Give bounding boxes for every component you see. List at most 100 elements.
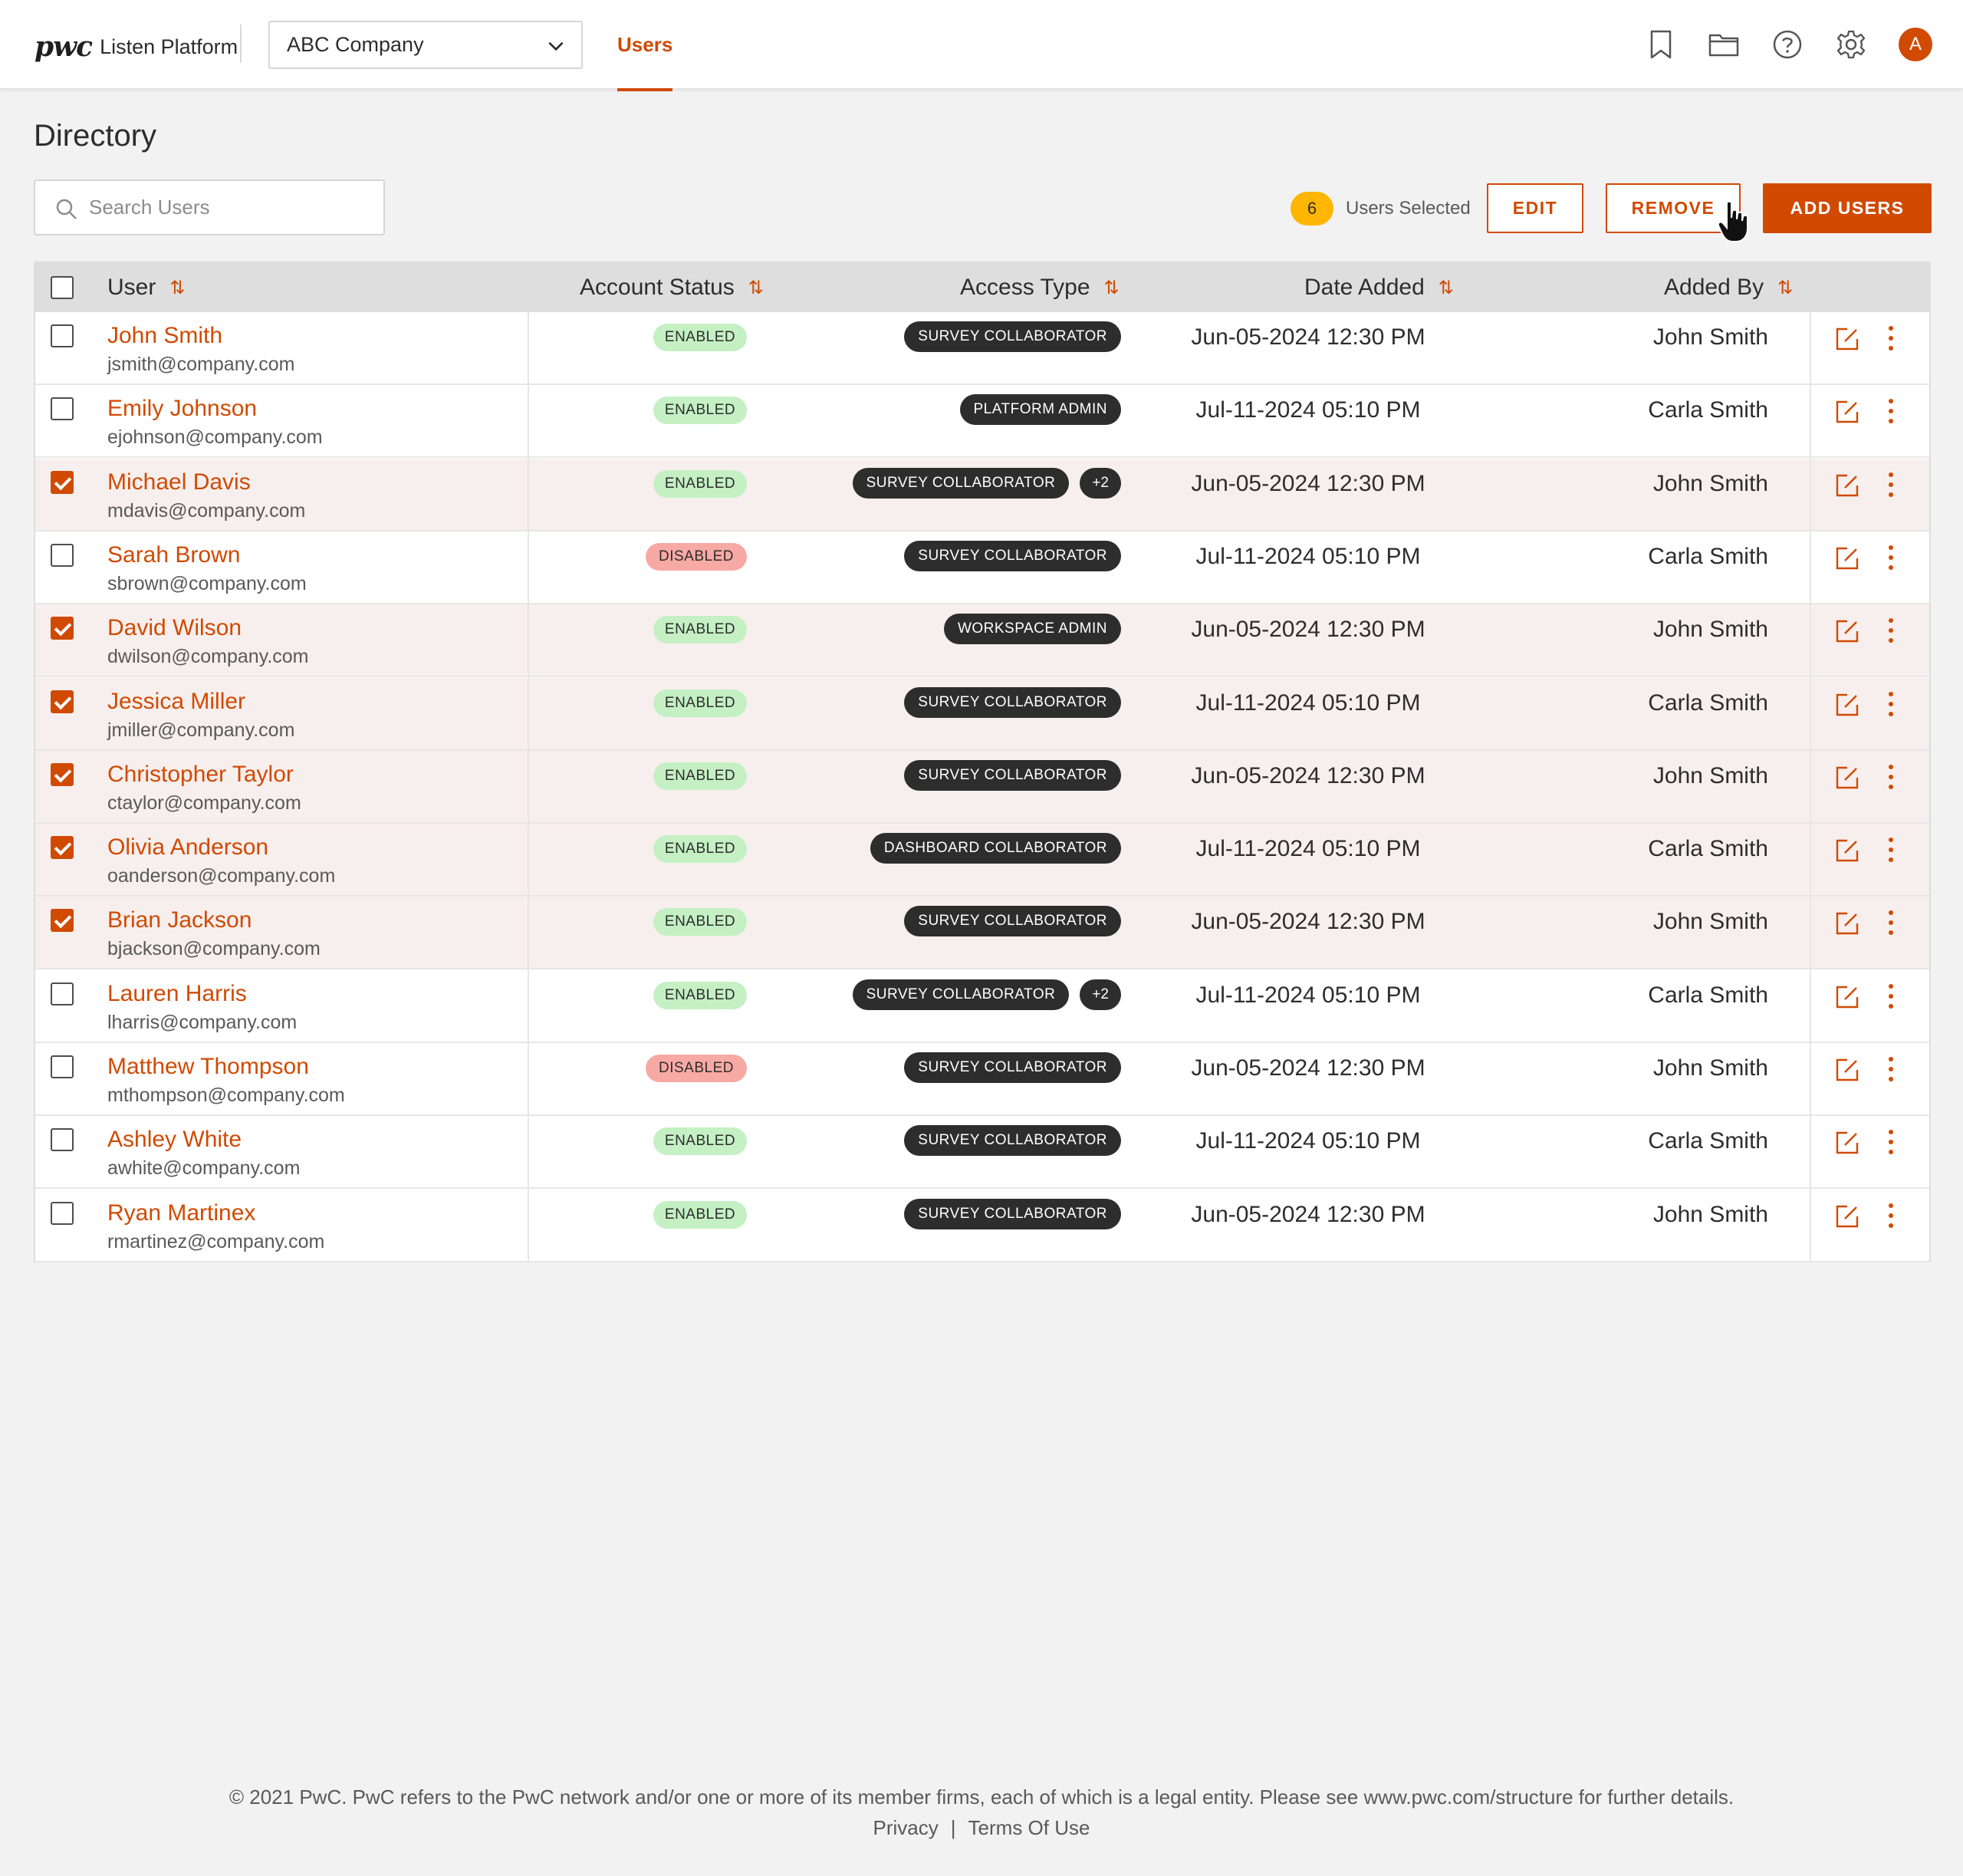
user-name-link[interactable]: Lauren Harris — [107, 981, 247, 1007]
edit-icon[interactable] — [1835, 546, 1859, 571]
more-vertical-icon[interactable] — [1883, 617, 1899, 644]
access-type-cell: SURVEY COLLABORATOR — [904, 759, 1121, 791]
sort-icon[interactable]: ⇅ — [1104, 277, 1120, 299]
more-vertical-icon[interactable] — [1883, 982, 1899, 1010]
sort-icon[interactable]: ⇅ — [1777, 277, 1793, 299]
user-name-link[interactable]: Ryan Martinex — [107, 1200, 255, 1226]
row-checkbox[interactable] — [51, 836, 74, 860]
column-header-user[interactable]: User ⇅ — [107, 263, 185, 312]
edit-icon[interactable] — [1835, 327, 1859, 351]
edit-icon[interactable] — [1835, 473, 1859, 498]
more-access-types-pill[interactable]: +2 — [1080, 467, 1121, 499]
edit-icon[interactable] — [1835, 765, 1859, 790]
table-row[interactable]: Emily Johnson ejohnson@company.com ENABLED… — [35, 385, 1929, 459]
table-row[interactable]: Jessica Miller jmiller@company.com ENABLED… — [35, 677, 1929, 751]
row-checkbox[interactable] — [51, 1128, 74, 1152]
table-row[interactable]: Michael Davis mdavis@company.com ENABLED SU… — [35, 458, 1929, 532]
row-checkbox[interactable] — [51, 690, 74, 713]
more-access-types-pill[interactable]: +2 — [1080, 979, 1121, 1010]
table-row[interactable]: Sarah Brown sbrown@company.com DISABLED SUR… — [35, 531, 1929, 604]
avatar[interactable]: A — [1899, 28, 1932, 61]
table-row[interactable]: John Smith jsmith@company.com ENABLED SURVE… — [35, 312, 1929, 385]
added-by: Carla Smith — [1648, 836, 1768, 862]
more-vertical-icon[interactable] — [1883, 909, 1899, 936]
table-row[interactable]: Ashley White awhite@company.com ENABLED SUR… — [35, 1116, 1929, 1190]
settings-icon[interactable] — [1831, 25, 1871, 64]
table-row[interactable]: David Wilson dwilson@company.com ENABLED WO… — [35, 604, 1929, 678]
access-type-pill: SURVEY COLLABORATOR — [904, 1125, 1121, 1157]
user-name-link[interactable]: Emily Johnson — [107, 396, 257, 422]
user-name-link[interactable]: Matthew Thompson — [107, 1054, 309, 1080]
sort-icon[interactable]: ⇅ — [1439, 277, 1454, 299]
more-vertical-icon[interactable] — [1883, 1128, 1899, 1156]
user-name-link[interactable]: Michael Davis — [107, 469, 251, 495]
row-checkbox[interactable] — [51, 982, 74, 1005]
row-checkbox[interactable] — [51, 617, 74, 640]
more-vertical-icon[interactable] — [1883, 324, 1899, 352]
more-vertical-icon[interactable] — [1883, 763, 1899, 791]
user-name-link[interactable]: David Wilson — [107, 615, 242, 641]
column-header-account-status[interactable]: Account Status ⇅ — [580, 263, 764, 312]
row-checkbox[interactable] — [51, 324, 74, 347]
user-name-link[interactable]: John Smith — [107, 323, 222, 349]
column-divider — [1810, 312, 1811, 1261]
user-name-link[interactable]: Sarah Brown — [107, 542, 240, 568]
tab-users[interactable]: Users — [617, 0, 673, 91]
table-row[interactable]: Christopher Taylor ctaylor@company.com ENA… — [35, 750, 1929, 824]
row-checkbox[interactable] — [51, 543, 74, 567]
search-input[interactable]: Search Users — [34, 179, 385, 235]
add-users-button[interactable]: ADD USERS — [1763, 183, 1932, 233]
more-vertical-icon[interactable] — [1883, 471, 1899, 499]
column-header-date-added[interactable]: Date Added ⇅ — [1304, 263, 1454, 312]
edit-icon[interactable] — [1835, 1058, 1859, 1082]
table-row[interactable]: Olivia Anderson oanderson@company.com ENAB… — [35, 824, 1929, 897]
company-select[interactable]: ABC Company — [268, 21, 583, 69]
table-row[interactable]: Ryan Martinex rmartinez@company.com ENABLE… — [35, 1189, 1929, 1262]
row-checkbox[interactable] — [51, 397, 74, 421]
privacy-link[interactable]: Privacy — [873, 1816, 939, 1840]
bookmark-icon[interactable] — [1641, 25, 1681, 64]
table-row[interactable]: Lauren Harris lharris@company.com ENABLED S… — [35, 969, 1929, 1043]
row-checkbox[interactable] — [51, 909, 74, 933]
row-checkbox[interactable] — [51, 470, 74, 494]
select-all-checkbox[interactable] — [51, 276, 74, 299]
pwc-logo[interactable]: pwc Listen Platform — [35, 28, 238, 66]
sort-icon[interactable]: ⇅ — [748, 277, 764, 299]
edit-icon[interactable] — [1835, 911, 1859, 936]
row-checkbox[interactable] — [51, 1201, 74, 1225]
help-icon[interactable] — [1767, 25, 1807, 64]
edit-icon[interactable] — [1835, 693, 1859, 717]
edit-icon[interactable] — [1835, 985, 1859, 1009]
column-header-access-type[interactable]: Access Type ⇅ — [960, 263, 1120, 312]
row-checkbox[interactable] — [51, 1055, 74, 1078]
date-added: Jun-05-2024 12:30 PM — [1191, 617, 1425, 643]
more-vertical-icon[interactable] — [1883, 1202, 1899, 1229]
table-row[interactable]: Brian Jackson bjackson@company.com ENABLED… — [35, 897, 1929, 970]
edit-button[interactable]: EDIT — [1487, 183, 1583, 233]
user-name-link[interactable]: Ashley White — [107, 1127, 242, 1153]
edit-icon[interactable] — [1835, 400, 1859, 424]
column-header-added-by[interactable]: Added By ⇅ — [1664, 263, 1793, 312]
more-vertical-icon[interactable] — [1883, 397, 1899, 425]
terms-link[interactable]: Terms Of Use — [968, 1816, 1090, 1840]
table-row[interactable]: Matthew Thompson mthompson@company.com DIS… — [35, 1043, 1929, 1116]
user-name-link[interactable]: Jessica Miller — [107, 689, 245, 715]
sort-icon[interactable]: ⇅ — [169, 277, 185, 299]
more-vertical-icon[interactable] — [1883, 544, 1899, 571]
edit-icon[interactable] — [1835, 619, 1859, 643]
search-icon — [56, 199, 77, 219]
user-name-link[interactable]: Christopher Taylor — [107, 762, 294, 788]
more-vertical-icon[interactable] — [1883, 1055, 1899, 1083]
more-vertical-icon[interactable] — [1883, 836, 1899, 864]
edit-icon[interactable] — [1835, 1204, 1859, 1229]
edit-icon[interactable] — [1835, 838, 1859, 863]
folder-icon[interactable] — [1704, 25, 1744, 64]
user-name-link[interactable]: Brian Jackson — [107, 907, 252, 933]
user-name-link[interactable]: Olivia Anderson — [107, 834, 268, 861]
edit-icon[interactable] — [1835, 1131, 1859, 1155]
date-added: Jun-05-2024 12:30 PM — [1191, 909, 1425, 935]
more-vertical-icon[interactable] — [1883, 690, 1899, 718]
added-by: John Smith — [1652, 1201, 1768, 1227]
access-type-pill: SURVEY COLLABORATOR — [904, 759, 1121, 791]
row-checkbox[interactable] — [51, 762, 74, 786]
